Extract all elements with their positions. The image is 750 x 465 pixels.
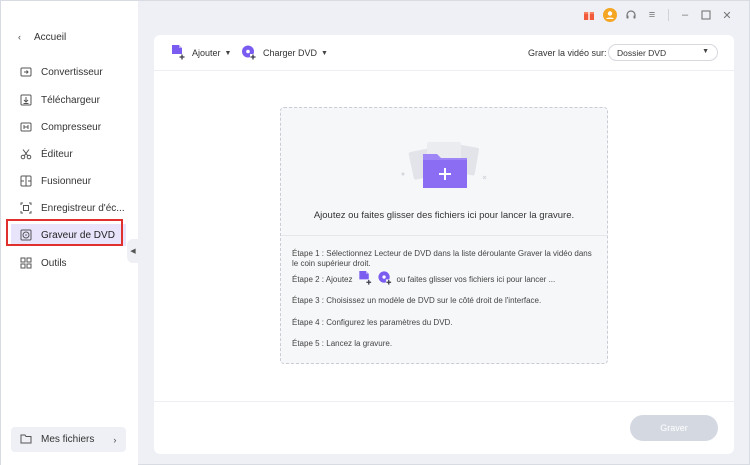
step-3-text: Étape 3 : Choisissez un modèle de DVD su…: [292, 296, 542, 305]
screen-record-icon: [19, 202, 32, 215]
sidebar-item-label: Graveur de DVD: [41, 229, 115, 241]
burn-button[interactable]: Graver: [630, 415, 718, 441]
sidebar-item-tools[interactable]: Outils: [11, 252, 126, 274]
load-dvd-icon: [241, 44, 257, 63]
download-icon: [19, 94, 32, 107]
burn-to-value: Dossier DVD: [617, 47, 667, 58]
folder-icon: [20, 433, 32, 447]
chevron-left-icon: ‹: [18, 32, 21, 42]
add-files-button[interactable]: Ajouter ▼: [170, 44, 231, 62]
my-files-button[interactable]: Mes fichiers ›: [11, 427, 126, 452]
caret-down-icon: ▼: [321, 49, 328, 57]
account-icon[interactable]: [603, 8, 617, 22]
sidebar-item-merger[interactable]: Fusionneur: [11, 170, 126, 192]
caret-down-icon: ▼: [224, 49, 232, 57]
sidebar-item-dvd-burner[interactable]: Graveur de DVD: [11, 224, 126, 246]
sidebar-item-label: Convertisseur: [41, 66, 103, 78]
drop-zone-prompt: Ajoutez ou faites glisser des fichiers i…: [313, 210, 575, 221]
merge-icon: [19, 175, 32, 188]
step-4-text: Étape 4 : Configurez les paramètres du D…: [292, 318, 453, 327]
convert-icon: [19, 66, 32, 79]
step-2-prefix: Étape 2 : Ajoutez: [292, 274, 353, 284]
main-panel: Ajouter ▼ Charger DVD ▼ Graver la vidéo …: [154, 35, 734, 454]
step-1-text: Étape 1 : Sélectionnez Lecteur de DVD da…: [292, 249, 592, 268]
load-dvd-button[interactable]: Charger DVD ▼: [241, 44, 328, 62]
burn-to-label: Graver la vidéo sur:: [528, 48, 607, 58]
footer-bar: Graver: [154, 401, 734, 454]
maximize-icon[interactable]: [699, 8, 713, 22]
sidebar-item-compressor[interactable]: Compresseur: [11, 116, 126, 138]
menu-icon[interactable]: ≡: [645, 8, 659, 22]
sidebar-item-converter[interactable]: Convertisseur: [11, 61, 126, 83]
close-icon[interactable]: ✕: [720, 8, 734, 22]
sidebar-item-label: Enregistreur d'éc...: [41, 202, 125, 214]
support-headset-icon[interactable]: [624, 8, 638, 22]
drop-zone-header: Ajoutez ou faites glisser des fichiers i…: [281, 108, 607, 236]
sidebar: ‹ Accueil Convertisseur Téléchargeur Com…: [1, 1, 138, 465]
caret-down-icon: ▼: [702, 48, 709, 55]
sidebar-item-label: Outils: [41, 257, 67, 269]
back-home-label: Accueil: [34, 31, 67, 43]
app-window: ‹ Accueil Convertisseur Téléchargeur Com…: [0, 0, 750, 465]
add-folder-icon: [401, 142, 487, 188]
tools-icon: [19, 257, 32, 270]
load-dvd-label: Charger DVD: [263, 48, 318, 58]
toolbar: Ajouter ▼ Charger DVD ▼ Graver la vidéo …: [154, 35, 734, 71]
file-drop-zone[interactable]: Ajoutez ou faites glisser des fichiers i…: [280, 107, 608, 364]
gift-icon[interactable]: [582, 8, 596, 22]
add-file-icon[interactable]: [357, 270, 373, 289]
sidebar-item-downloader[interactable]: Téléchargeur: [11, 89, 126, 111]
sidebar-item-label: Fusionneur: [41, 175, 92, 187]
sidebar-item-label: Éditeur: [41, 148, 73, 160]
scissors-icon: [19, 148, 32, 161]
sidebar-collapse-button[interactable]: ◀: [127, 239, 139, 263]
dvd-icon: [19, 229, 32, 242]
burn-to-select[interactable]: Dossier DVD ▼: [608, 44, 718, 61]
sidebar-item-screen-recorder[interactable]: Enregistreur d'éc...: [11, 197, 126, 219]
sidebar-item-label: Compresseur: [41, 121, 102, 133]
add-file-icon: [170, 44, 186, 63]
sidebar-item-label: Téléchargeur: [41, 94, 100, 106]
compress-icon: [19, 121, 32, 134]
sidebar-item-editor[interactable]: Éditeur: [11, 143, 126, 165]
load-dvd-icon[interactable]: [377, 270, 393, 289]
chevron-right-icon: ›: [113, 434, 117, 445]
add-files-label: Ajouter: [192, 48, 221, 58]
minimize-icon[interactable]: –: [678, 8, 692, 22]
back-home-button[interactable]: ‹ Accueil: [18, 30, 66, 44]
titlebar-controls: ≡ – ✕: [579, 1, 749, 29]
step-5-text: Étape 5 : Lancez la gravure.: [292, 339, 393, 348]
my-files-label: Mes fichiers: [41, 434, 95, 445]
divider: [668, 9, 669, 21]
step-2-row: Étape 2 : Ajoutez ou faites glisser vos …: [292, 270, 598, 289]
step-2-suffix: ou faites glisser vos fichiers ici pour …: [396, 274, 556, 284]
